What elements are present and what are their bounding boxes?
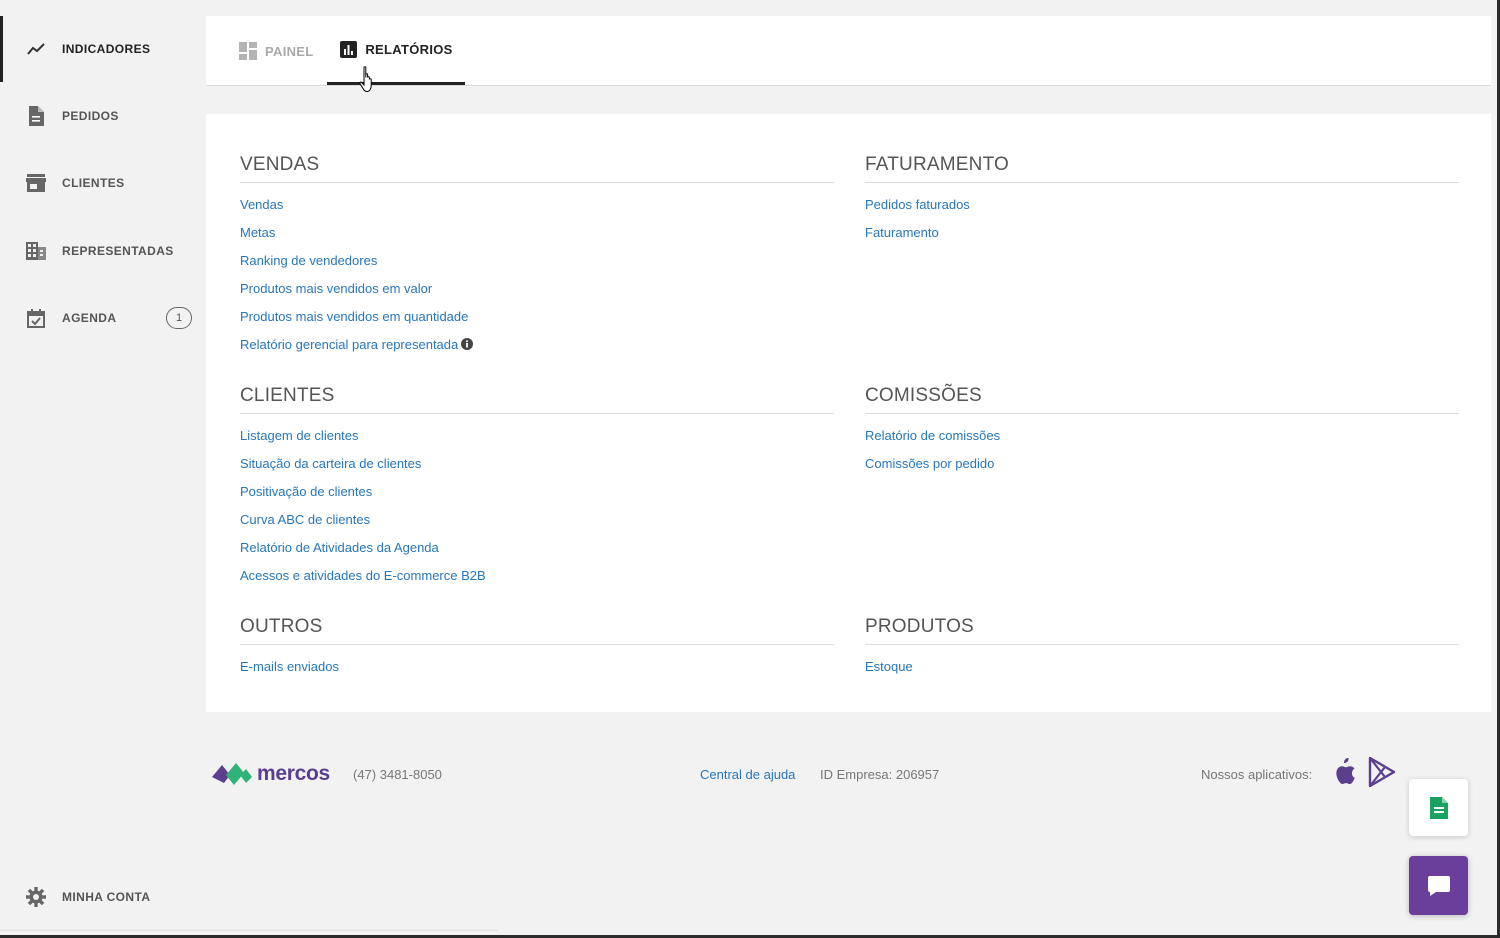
report-link[interactable]: Pedidos faturados [865, 197, 970, 212]
hand-cursor-icon [359, 66, 372, 92]
section-clientes: CLIENTES Listagem de clientes Situação d… [240, 385, 834, 596]
sidebar-item-pedidos[interactable]: PEDIDOS [0, 83, 190, 149]
link-list: E-mails enviados [240, 659, 834, 687]
link-list: Vendas Metas Ranking de vendedores Produ… [240, 197, 834, 365]
section-title: CLIENTES [240, 385, 834, 414]
sidebar-item-label: REPRESENTADAS [62, 244, 174, 258]
section-title: FATURAMENTO [865, 154, 1459, 183]
dashboard-icon [239, 42, 257, 60]
footer: mercos (47) 3481-8050 Central de ajuda I… [206, 757, 1491, 790]
section-faturamento: FATURAMENTO Pedidos faturados Faturament… [865, 154, 1459, 253]
google-play-icon[interactable] [1368, 757, 1396, 787]
sidebar-item-agenda[interactable]: AGENDA 1 [0, 285, 192, 351]
apple-icon[interactable] [1331, 758, 1357, 786]
report-link[interactable]: Acessos e atividades do E-commerce B2B [240, 568, 486, 583]
list-item: Estoque [865, 659, 1459, 687]
tab-painel[interactable]: PAINEL [239, 16, 314, 86]
report-link[interactable]: Relatório gerencial para representada [240, 337, 458, 352]
list-item: Faturamento [865, 225, 1459, 253]
list-item: Relatório de comissões [865, 428, 1459, 456]
list-item: Relatório gerencial para representada [240, 337, 834, 365]
report-link[interactable]: Metas [240, 225, 275, 240]
spreadsheet-icon [1429, 796, 1448, 819]
tab-label: PAINEL [265, 43, 314, 59]
sidebar-item-label: INDICADORES [62, 42, 151, 56]
list-item: Ranking de vendedores [240, 253, 834, 281]
list-item: E-mails enviados [240, 659, 834, 687]
brand-name: mercos [257, 762, 330, 785]
sidebar-item-label: AGENDA [62, 311, 117, 325]
trending-icon [26, 39, 46, 59]
report-link[interactable]: Faturamento [865, 225, 939, 240]
divider [0, 930, 498, 931]
list-item: Curva ABC de clientes [240, 512, 834, 540]
list-item: Relatório de Atividades da Agenda [240, 540, 834, 568]
report-tabs: PAINEL RELATÓRIOS [206, 16, 1491, 86]
reports-card: VENDAS Vendas Metas Ranking de vendedore… [206, 114, 1491, 712]
section-comissoes: COMISSÕES Relatório de comissões Comissõ… [865, 385, 1459, 484]
report-icon [339, 40, 357, 58]
report-link[interactable]: Produtos mais vendidos em valor [240, 281, 432, 296]
company-id: ID Empresa: 206957 [820, 767, 940, 782]
link-list: Estoque [865, 659, 1459, 687]
report-link[interactable]: Situação da carteira de clientes [240, 456, 421, 471]
sidebar-item-label: CLIENTES [62, 176, 125, 190]
mercos-logo[interactable]: mercos [212, 760, 330, 788]
link-list: Pedidos faturados Faturamento [865, 197, 1459, 253]
report-link[interactable]: Relatório de comissões [865, 428, 1000, 443]
calendar-check-icon [26, 308, 46, 328]
list-item: Produtos mais vendidos em quantidade [240, 309, 834, 337]
document-icon [26, 106, 46, 126]
section-title: OUTROS [240, 616, 834, 645]
tab-label: RELATÓRIOS [365, 41, 453, 57]
agenda-count-badge: 1 [166, 307, 192, 329]
help-center-link[interactable]: Central de ajuda [700, 767, 795, 782]
list-item: Pedidos faturados [865, 197, 1459, 225]
spreadsheet-button[interactable] [1409, 779, 1468, 836]
report-link[interactable]: Produtos mais vendidos em quantidade [240, 309, 468, 324]
report-link[interactable]: E-mails enviados [240, 659, 339, 674]
list-item: Metas [240, 225, 834, 253]
section-title: VENDAS [240, 154, 834, 183]
sidebar-item-label: MINHA CONTA [62, 890, 151, 904]
chat-icon [1427, 875, 1450, 896]
list-item: Listagem de clientes [240, 428, 834, 456]
report-link[interactable]: Relatório de Atividades da Agenda [240, 540, 439, 555]
report-link[interactable]: Comissões por pedido [865, 456, 994, 471]
section-title: PRODUTOS [865, 616, 1459, 645]
link-list: Listagem de clientes Situação da carteir… [240, 428, 834, 596]
sidebar-item-minha-conta[interactable]: MINHA CONTA [0, 864, 190, 930]
list-item: Produtos mais vendidos em valor [240, 281, 834, 309]
building-icon [26, 241, 46, 261]
sidebar-item-representadas[interactable]: REPRESENTADAS [0, 218, 190, 284]
tab-relatorios[interactable]: RELATÓRIOS [327, 16, 465, 85]
info-icon[interactable] [461, 338, 474, 350]
apps-label: Nossos aplicativos: [1201, 767, 1313, 782]
sidebar-item-clientes[interactable]: CLIENTES [0, 150, 190, 216]
report-link[interactable]: Curva ABC de clientes [240, 512, 370, 527]
link-list: Relatório de comissões Comissões por ped… [865, 428, 1459, 484]
section-outros: OUTROS E-mails enviados [240, 616, 834, 687]
section-title: COMISSÕES [865, 385, 1459, 414]
chat-button[interactable] [1409, 856, 1468, 915]
list-item: Comissões por pedido [865, 456, 1459, 484]
mercos-logo-icon [212, 763, 252, 785]
list-item: Situação da carteira de clientes [240, 456, 834, 484]
sidebar: INDICADORES PEDIDOS CLIENTES REPRESENTAD… [0, 0, 206, 938]
list-item: Vendas [240, 197, 834, 225]
report-link[interactable]: Listagem de clientes [240, 428, 359, 443]
list-item: Positivação de clientes [240, 484, 834, 512]
store-icon [26, 173, 46, 193]
report-link[interactable]: Positivação de clientes [240, 484, 372, 499]
report-link[interactable]: Vendas [240, 197, 283, 212]
section-produtos: PRODUTOS Estoque [865, 616, 1459, 687]
section-vendas: VENDAS Vendas Metas Ranking de vendedore… [240, 154, 834, 365]
sidebar-item-indicadores[interactable]: INDICADORES [0, 16, 190, 82]
list-item: Acessos e atividades do E-commerce B2B [240, 568, 834, 596]
report-link[interactable]: Ranking de vendedores [240, 253, 377, 268]
gear-icon [26, 887, 46, 907]
sidebar-item-label: PEDIDOS [62, 109, 119, 123]
phone-number: (47) 3481-8050 [353, 767, 442, 782]
report-link[interactable]: Estoque [865, 659, 913, 674]
